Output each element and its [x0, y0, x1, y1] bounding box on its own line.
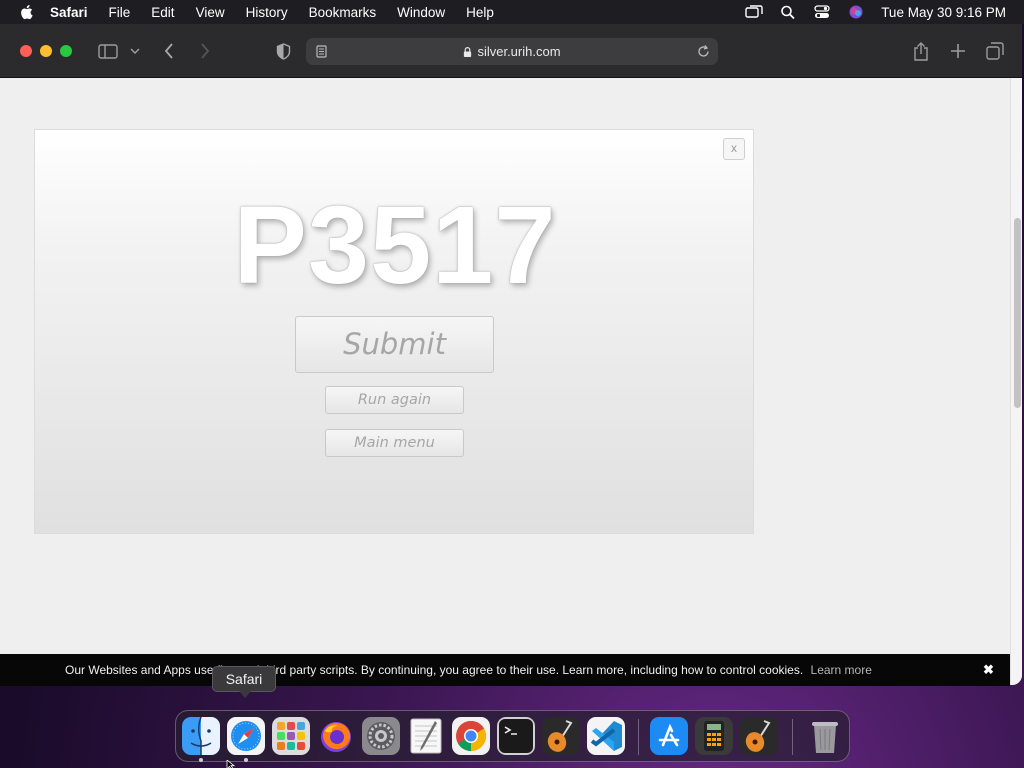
menu-clock[interactable]: Tue May 30 9:16 PM — [881, 5, 1006, 20]
apple-icon[interactable] — [18, 4, 36, 20]
screen-mirroring-icon[interactable] — [745, 5, 763, 19]
menu-app-name[interactable]: Safari — [50, 5, 88, 20]
garageband-icon[interactable] — [542, 717, 580, 755]
forward-icon[interactable] — [196, 41, 214, 61]
cookie-learn-more-link[interactable]: Learn more — [811, 663, 872, 677]
chrome-icon[interactable] — [452, 717, 490, 755]
menu-edit[interactable]: Edit — [151, 5, 174, 20]
trash-icon[interactable] — [806, 717, 844, 755]
dock-separator — [638, 719, 639, 755]
menu-help[interactable]: Help — [466, 5, 494, 20]
url-text: silver.urih.com — [477, 44, 561, 59]
scrollbar-thumb[interactable] — [1014, 218, 1021, 408]
menu-file[interactable]: File — [109, 5, 131, 20]
menu-window[interactable]: Window — [397, 5, 445, 20]
cookie-close-button[interactable]: ✖ — [983, 662, 994, 678]
terminal-icon[interactable] — [497, 717, 535, 755]
safari-running-dot — [244, 758, 248, 762]
code-display: P3517 — [233, 184, 557, 307]
textedit-icon[interactable] — [407, 717, 445, 755]
tab-overview-icon[interactable] — [984, 41, 1006, 61]
minimize-window-button[interactable] — [40, 45, 52, 57]
chevron-down-icon[interactable] — [128, 41, 142, 61]
address-bar[interactable]: silver.urih.com — [306, 38, 718, 65]
control-center-icon[interactable] — [813, 5, 831, 19]
reload-icon[interactable] — [697, 45, 710, 58]
safari-window: silver.urih.com x P3517 Submit Run again… — [0, 24, 1022, 685]
system-settings-icon[interactable] — [362, 717, 400, 755]
back-icon[interactable] — [160, 41, 178, 61]
main-menu-button[interactable]: Main menu — [325, 429, 464, 457]
menu-history[interactable]: History — [246, 5, 288, 20]
lock-icon — [464, 47, 472, 57]
search-icon[interactable] — [779, 5, 797, 19]
cookie-banner: Our Websites and Apps use first and thir… — [0, 654, 1010, 686]
finder-running-dot — [199, 758, 203, 762]
dock-tooltip: Safari — [212, 666, 276, 698]
privacy-shield-icon[interactable] — [273, 41, 293, 61]
zoom-window-button[interactable] — [60, 45, 72, 57]
vscode-icon[interactable] — [587, 717, 625, 755]
dialog-close-button[interactable]: x — [723, 138, 745, 160]
web-page: x P3517 Submit Run again Main menu — [0, 78, 1010, 685]
safari-icon[interactable] — [227, 717, 265, 755]
finder-icon[interactable] — [182, 717, 220, 755]
close-window-button[interactable] — [20, 45, 32, 57]
menu-bar: Safari File Edit View History Bookmarks … — [0, 0, 1024, 24]
launchpad-icon[interactable] — [272, 717, 310, 755]
run-again-button[interactable]: Run again — [325, 386, 464, 414]
sidebar-toggle-icon[interactable] — [96, 41, 120, 61]
garageband-2-icon[interactable] — [740, 717, 778, 755]
dock-separator-2 — [792, 719, 793, 755]
firefox-icon[interactable] — [317, 717, 355, 755]
browser-toolbar: silver.urih.com — [0, 24, 1022, 78]
tooltip-label: Safari — [225, 671, 263, 687]
app-store-icon[interactable] — [650, 717, 688, 755]
page-scrollbar[interactable] — [1010, 78, 1022, 685]
dock — [175, 710, 850, 762]
result-dialog: x P3517 Submit Run again Main menu — [34, 129, 754, 534]
submit-button[interactable]: Submit — [295, 316, 494, 373]
calculator-icon[interactable] — [695, 717, 733, 755]
share-icon[interactable] — [910, 41, 932, 61]
cookie-text: Our Websites and Apps use first and thir… — [65, 663, 804, 677]
siri-icon[interactable] — [847, 5, 865, 19]
menu-view[interactable]: View — [196, 5, 225, 20]
mouse-cursor-icon — [226, 760, 236, 768]
menu-bookmarks[interactable]: Bookmarks — [309, 5, 377, 20]
new-tab-icon[interactable] — [947, 41, 969, 61]
